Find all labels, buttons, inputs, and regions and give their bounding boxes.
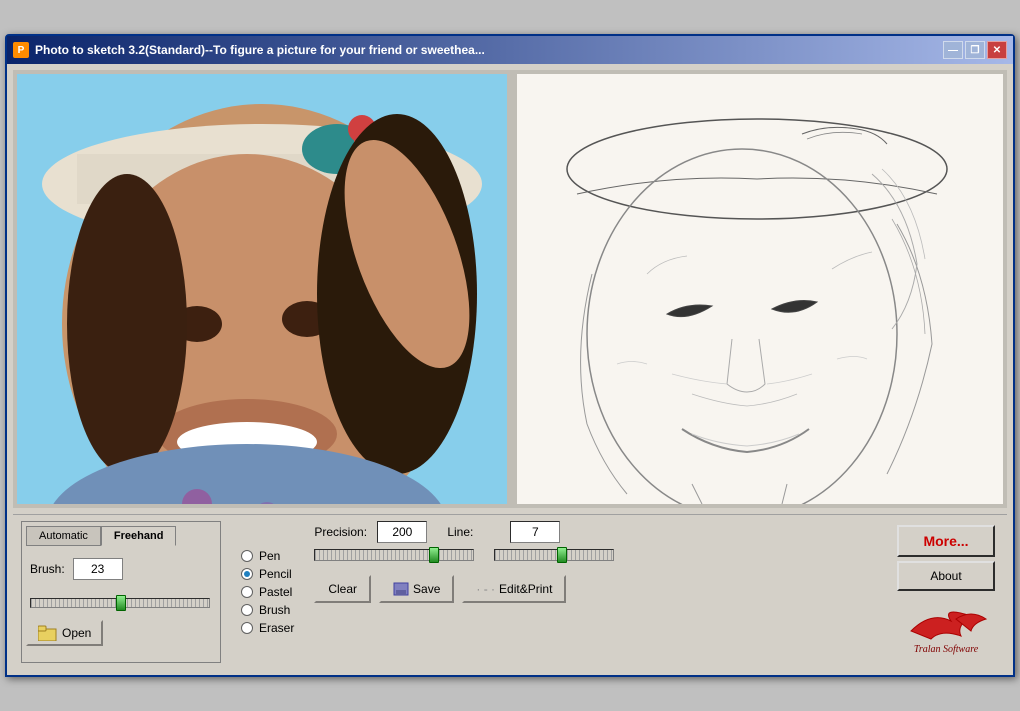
brush-slider-thumb[interactable]: [116, 595, 126, 611]
line-input[interactable]: [510, 521, 560, 543]
brush-slider-container: [26, 594, 216, 612]
tab-buttons: Automatic Freehand: [26, 526, 216, 546]
radio-eraser-circle[interactable]: [241, 622, 253, 634]
radio-pastel-circle[interactable]: [241, 586, 253, 598]
controls-area: Automatic Freehand Brush:: [13, 514, 1007, 669]
radio-pastel[interactable]: Pastel: [241, 585, 294, 599]
logo-image: [901, 601, 991, 641]
precision-input[interactable]: [377, 521, 427, 543]
tab-freehand[interactable]: Freehand: [101, 526, 177, 546]
radio-pencil[interactable]: Pencil: [241, 567, 294, 581]
tabs-section: Automatic Freehand Brush:: [21, 521, 221, 663]
radio-pen[interactable]: Pen: [241, 549, 294, 563]
radio-pencil-circle[interactable]: [241, 568, 253, 580]
radio-pen-circle[interactable]: [241, 550, 253, 562]
slider-row: [314, 549, 885, 561]
folder-icon: [38, 625, 58, 641]
edit-print-button[interactable]: · - · Edit&Print: [462, 575, 566, 603]
brush-input[interactable]: [73, 558, 123, 580]
clear-label: Clear: [328, 582, 357, 596]
radio-eraser[interactable]: Eraser: [241, 621, 294, 635]
close-button[interactable]: ✕: [987, 41, 1007, 59]
image-area: [13, 70, 1007, 508]
app-icon: P: [13, 42, 29, 58]
precision-slider-thumb[interactable]: [429, 547, 439, 563]
edit-print-label: Edit&Print: [499, 582, 552, 596]
logo-area: Tralan Software: [897, 597, 995, 659]
line-label: Line:: [447, 525, 502, 539]
save-button[interactable]: Save: [379, 575, 454, 603]
save-icon: [393, 582, 409, 596]
logo-text: Tralan Software: [901, 644, 991, 655]
precision-label: Precision:: [314, 525, 369, 539]
radio-pencil-label: Pencil: [259, 567, 292, 581]
window-title: Photo to sketch 3.2(Standard)--To figure…: [35, 43, 485, 57]
radio-section: Pen Pencil Pastel Brush Eraser: [229, 521, 306, 663]
line-slider-thumb[interactable]: [557, 547, 567, 563]
radio-eraser-label: Eraser: [259, 621, 294, 635]
title-buttons: — ❐ ✕: [943, 41, 1007, 59]
clear-button[interactable]: Clear: [314, 575, 371, 603]
line-row: Line:: [447, 521, 560, 543]
radio-pastel-label: Pastel: [259, 585, 292, 599]
save-label: Save: [413, 582, 440, 596]
line-slider[interactable]: [494, 549, 614, 561]
title-bar: P Photo to sketch 3.2(Standard)--To figu…: [7, 36, 1013, 64]
right-buttons: More... About Tralan Software: [893, 521, 999, 663]
open-button[interactable]: Open: [26, 620, 103, 646]
tab-automatic[interactable]: Automatic: [26, 526, 101, 546]
photo-panel: [17, 74, 507, 504]
restore-button[interactable]: ❐: [965, 41, 985, 59]
minimize-button[interactable]: —: [943, 41, 963, 59]
radio-brush-label: Brush: [259, 603, 290, 617]
radio-pen-label: Pen: [259, 549, 280, 563]
more-button[interactable]: More...: [897, 525, 995, 557]
open-label: Open: [62, 626, 91, 640]
brush-slider-track[interactable]: [30, 598, 210, 608]
window-content: Automatic Freehand Brush:: [7, 64, 1013, 675]
brush-row: Brush:: [26, 552, 216, 586]
radio-brush-circle[interactable]: [241, 604, 253, 616]
params-container: Precision: Line:: [314, 521, 885, 663]
sketch-panel: [517, 74, 1003, 504]
main-window: P Photo to sketch 3.2(Standard)--To figu…: [5, 34, 1015, 677]
about-button[interactable]: About: [897, 561, 995, 591]
radio-brush[interactable]: Brush: [241, 603, 294, 617]
brush-label: Brush:: [30, 562, 65, 576]
precision-row: Precision:: [314, 521, 427, 543]
top-params: Precision: Line:: [314, 521, 885, 543]
original-photo: [17, 74, 507, 504]
precision-slider[interactable]: [314, 549, 474, 561]
sketch-output: [517, 74, 1003, 504]
bottom-controls: Clear Save · - · Edit&Print: [314, 575, 885, 603]
